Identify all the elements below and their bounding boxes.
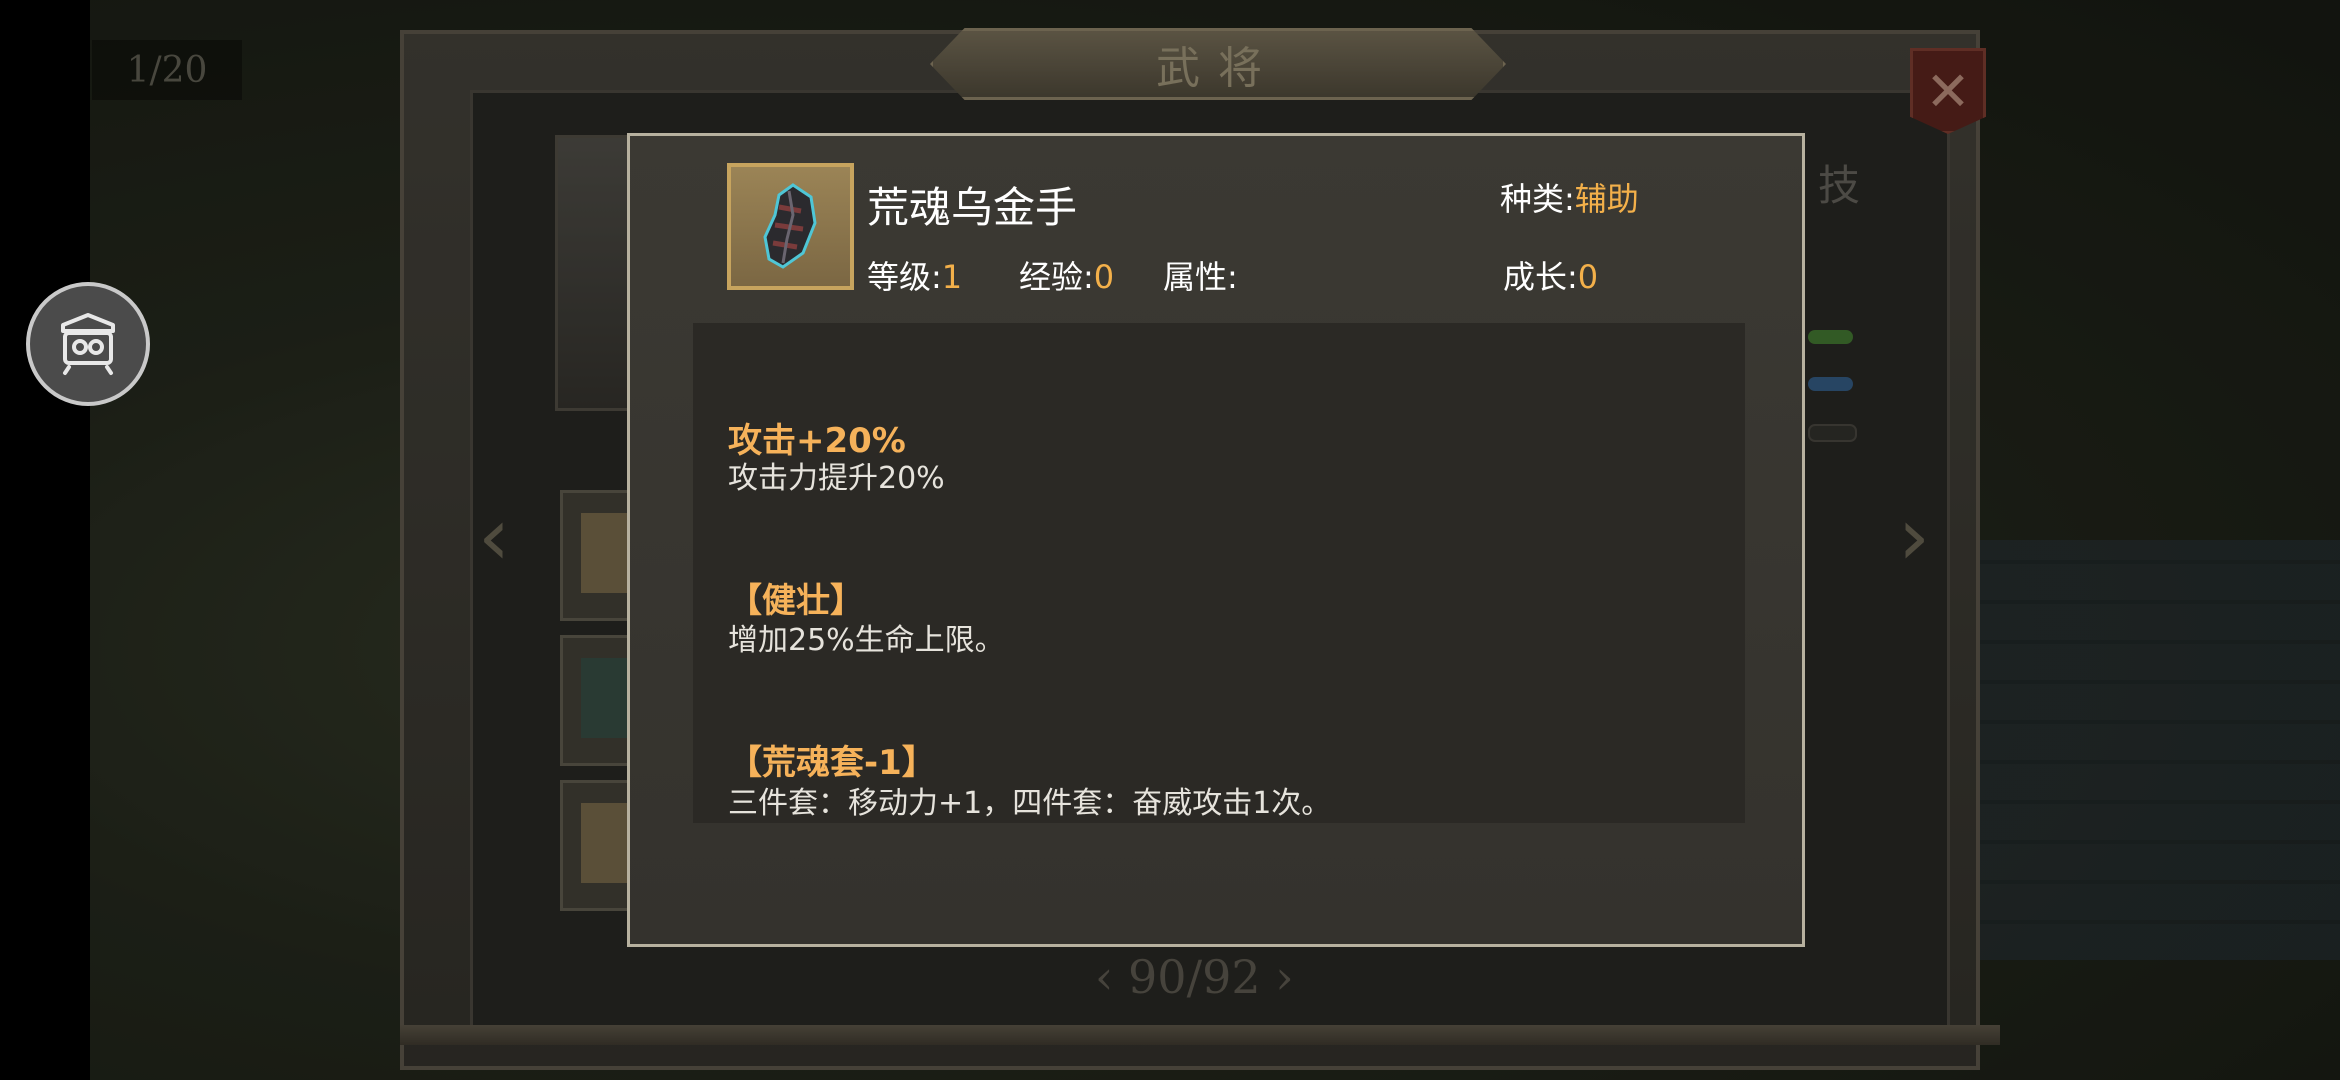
item-detail-popup: 荒魂乌金手 种类:辅助 等级:1 经验:0 属性: 成长:0 攻击+20% 攻击… xyxy=(627,133,1805,947)
floating-assistant-button[interactable] xyxy=(26,282,150,406)
growth-value: 0 xyxy=(1577,258,1599,296)
exp-value: 0 xyxy=(1093,258,1115,296)
item-attribute: 属性: xyxy=(1163,252,1238,298)
item-icon-frame xyxy=(727,163,854,290)
gauntlet-icon xyxy=(763,183,817,269)
level-label: 等级: xyxy=(867,258,942,296)
effect-description: 增加25%生命上限。 xyxy=(728,623,1005,658)
left-black-bar xyxy=(0,0,90,1080)
effect-description: 三件套：移动力+1，四件套：奋威攻击1次。 xyxy=(728,786,1332,821)
effect-title: 【荒魂套-1】 xyxy=(728,743,936,783)
item-growth: 成长:0 xyxy=(1503,252,1598,298)
effect-description-area: 攻击+20% 攻击力提升20% 【健壮】 增加25%生命上限。 【荒魂套-1】 … xyxy=(693,323,1745,823)
exp-label: 经验: xyxy=(1019,258,1094,296)
assistant-box-icon xyxy=(61,313,115,375)
level-value: 1 xyxy=(941,258,963,296)
item-exp: 经验:0 xyxy=(1019,252,1114,298)
attribute-label: 属性: xyxy=(1163,258,1238,296)
item-category: 种类:辅助 xyxy=(1500,174,1639,220)
category-value: 辅助 xyxy=(1574,180,1639,218)
item-level: 等级:1 xyxy=(867,252,962,298)
effect-description: 攻击力提升20% xyxy=(728,461,945,496)
growth-label: 成长: xyxy=(1503,258,1578,296)
category-label: 种类: xyxy=(1500,180,1575,218)
item-name: 荒魂乌金手 xyxy=(867,183,1078,232)
